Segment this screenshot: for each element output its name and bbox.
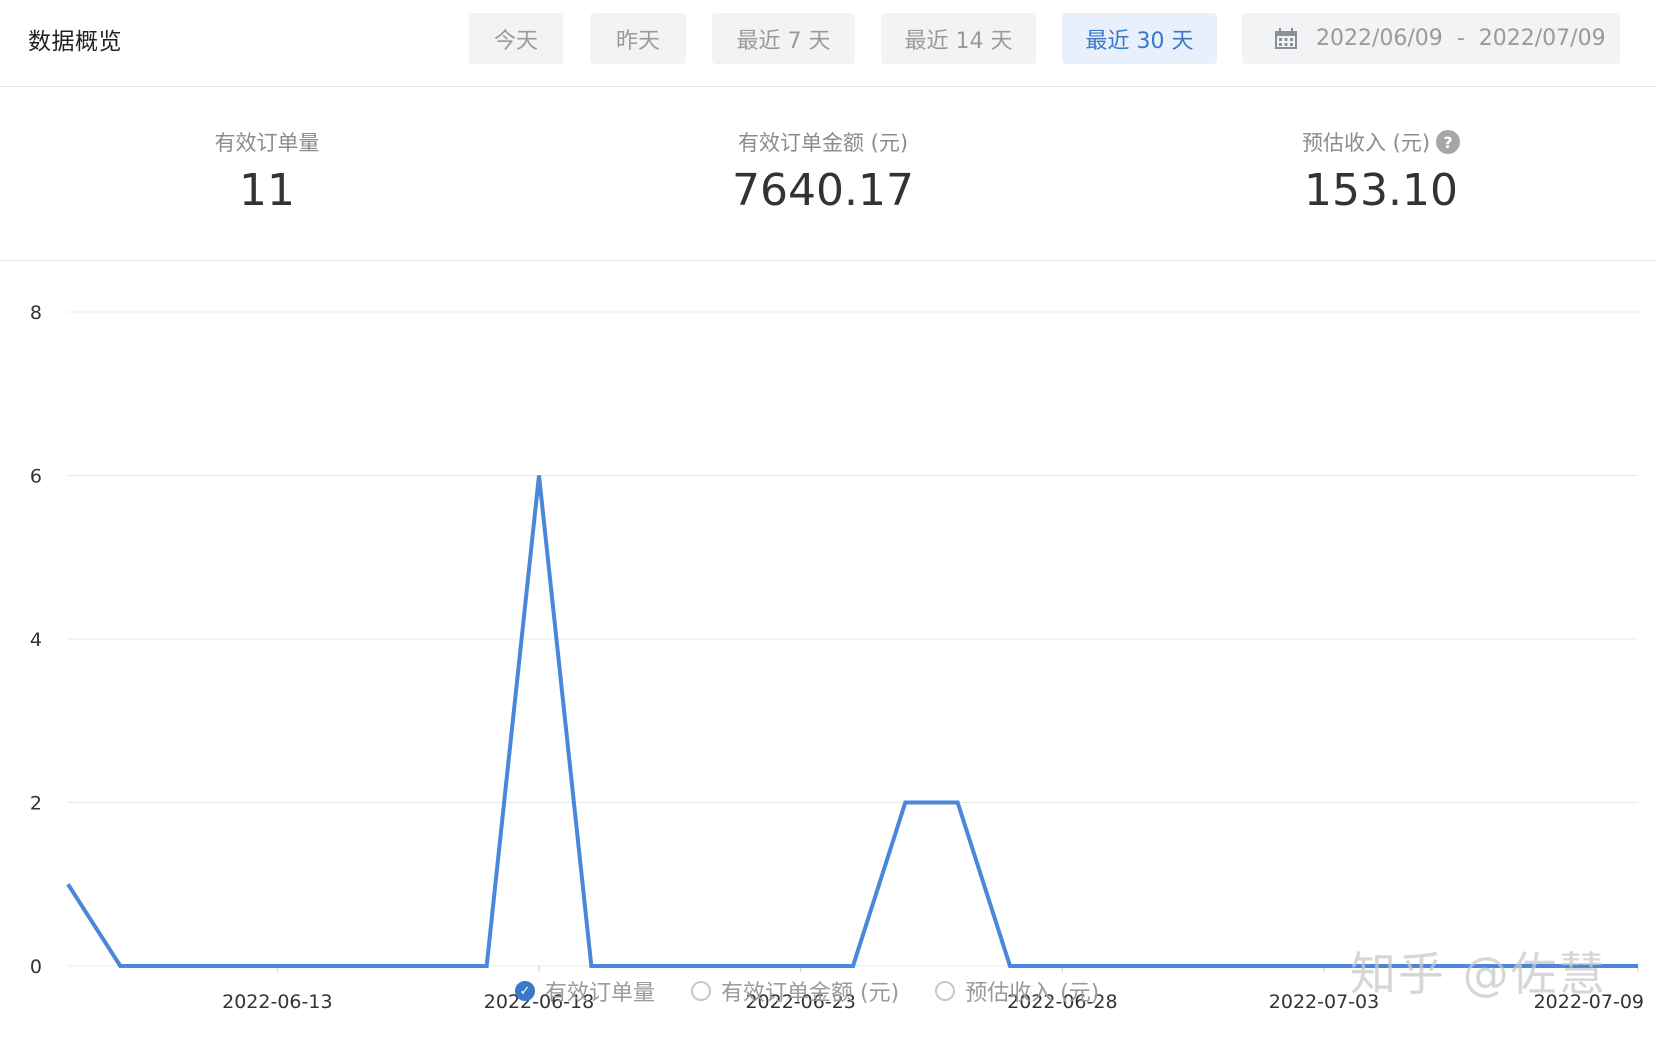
metric-value: 7640.17 — [732, 165, 914, 216]
metric-label-text: 预估收入 (元) — [1301, 131, 1431, 155]
date-range-picker[interactable]: 2022/06/09 - 2022/07/09 — [1242, 13, 1620, 64]
date-start: 2022/06/09 — [1316, 26, 1443, 51]
range-14-days-button[interactable]: 最近 14 天 — [881, 13, 1036, 64]
metric-value: 11 — [239, 165, 295, 216]
date-separator: - — [1456, 26, 1465, 51]
legend-label: 有效订单量 — [545, 981, 656, 1006]
metric-label: 有效订单金额 (元) — [737, 131, 909, 155]
page-title: 数据概览 — [28, 29, 122, 55]
chart-area: 0 2 4 6 8 2022-06-13 2022-06-18 2022-06-23 2022-… — [0, 262, 1656, 1038]
range-30-days-button[interactable]: 最近 30 天 — [1062, 13, 1217, 64]
legend-item-order-count[interactable]: ✓ 有效订单量 — [515, 975, 655, 1007]
radio-unchecked-icon — [691, 981, 712, 1001]
range-today-button[interactable]: 今天 — [469, 13, 563, 64]
metrics-panel: 有效订单量 11 有效订单金额 (元) 7640.17 预估收入 (元) ? 1… — [0, 87, 1656, 261]
y-tick-label: 0 — [30, 956, 42, 978]
metric-label: 预估收入 (元) ? — [1181, 127, 1581, 157]
top-bar: 数据概览 今天 昨天 最近 7 天 最近 14 天 最近 30 天 2022/0… — [0, 0, 1656, 87]
line-chart: 024682022-06-13 2022-06-18 2022-06-23 2022-… — [30, 302, 1644, 1013]
range-7-days-button[interactable]: 最近 7 天 — [712, 13, 855, 64]
watermark: 知乎 @佐慧 — [1350, 947, 1607, 1001]
radio-unchecked-icon — [935, 981, 956, 1001]
help-icon[interactable]: ? — [1436, 130, 1461, 154]
chart-legend: ✓ 有效订单量 有效订单金额 (元) 预估收入 (元) — [515, 975, 1135, 1007]
x-tick-label: 2022-06-13 — [222, 991, 332, 1013]
metric-value: 153.10 — [1304, 165, 1458, 216]
y-tick-label: 2 — [30, 793, 42, 815]
legend-label: 预估收入 (元) — [965, 981, 1100, 1006]
date-end: 2022/07/09 — [1478, 26, 1606, 51]
y-tick-label: 4 — [30, 629, 42, 651]
legend-label: 有效订单金额 (元) — [721, 981, 900, 1006]
y-tick-label: 8 — [30, 302, 42, 324]
series-line — [66, 475, 1638, 968]
calendar-icon — [1275, 27, 1297, 49]
range-yesterday-button[interactable]: 昨天 — [590, 13, 686, 64]
y-tick-label: 6 — [30, 466, 42, 488]
legend-item-order-amount[interactable]: 有效订单金额 (元) — [691, 975, 899, 1007]
metric-label: 有效订单量 — [214, 131, 320, 155]
legend-item-estimated-income[interactable]: 预估收入 (元) — [935, 975, 1099, 1007]
checkbox-checked-icon: ✓ — [515, 981, 535, 1001]
